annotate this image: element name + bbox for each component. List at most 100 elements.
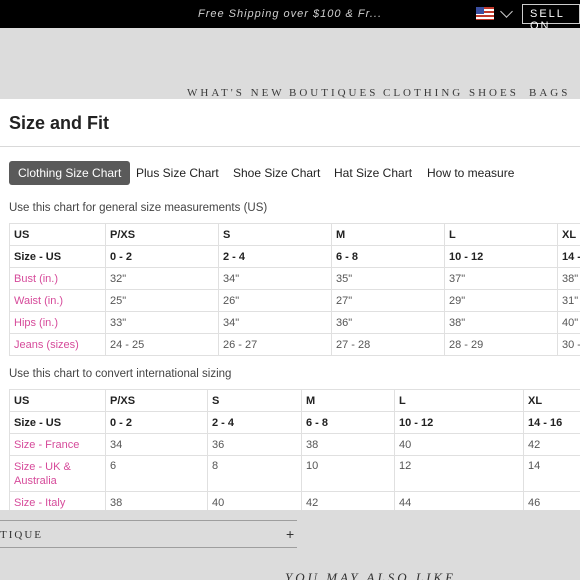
- tab-clothing-size-chart[interactable]: Clothing Size Chart: [9, 161, 131, 185]
- table-row: Jeans (sizes) 24 - 25 26 - 27 27 - 28 28…: [9, 333, 580, 356]
- table-cell: 14: [523, 455, 580, 492]
- table-cell: 31": [557, 289, 580, 312]
- row-label: Size - Italy: [9, 491, 106, 510]
- international-chart-caption: Use this chart to convert international …: [9, 368, 232, 380]
- row-label: Size - UK & Australia: [9, 455, 106, 492]
- table-row: Hips (in.) 33" 34" 36" 38" 40": [9, 311, 580, 334]
- table-row: Waist (in.) 25" 26" 27" 29" 31": [9, 289, 580, 312]
- column-header: P/XS: [105, 223, 219, 246]
- table-cell: 40": [557, 311, 580, 334]
- row-label: Bust (in.): [9, 267, 106, 290]
- modal-title: Size and Fit: [9, 113, 110, 133]
- table-cell: 28 - 29: [444, 333, 558, 356]
- table-cell: 33": [105, 311, 219, 334]
- column-header: P/XS: [105, 389, 208, 412]
- table-cell: 26 - 27: [218, 333, 332, 356]
- table-row: Size - US 0 - 2 2 - 4 6 - 8 10 - 12 14 -…: [9, 411, 580, 434]
- you-may-also-like-heading: YOU MAY ALSO LIKE: [285, 570, 457, 580]
- tab-hat-size-chart[interactable]: Hat Size Chart: [325, 161, 421, 185]
- table-cell: 6 - 8: [301, 411, 395, 434]
- table-cell: 27 - 28: [331, 333, 445, 356]
- table-cell: 37": [444, 267, 558, 290]
- table-cell: 24 - 25: [105, 333, 219, 356]
- table-header-row: US P/XS S M L XL: [9, 223, 580, 246]
- column-header: XL: [523, 389, 580, 412]
- table-cell: 42: [523, 433, 580, 456]
- us-flag-icon[interactable]: [476, 7, 494, 20]
- nav-whats-new[interactable]: WHAT'S NEW: [187, 87, 285, 99]
- nav-clothing[interactable]: CLOTHING: [383, 87, 463, 99]
- table-cell: 10 - 12: [394, 411, 524, 434]
- table-cell: 10: [301, 455, 395, 492]
- column-header: XL: [557, 223, 580, 246]
- table-cell: 2 - 4: [207, 411, 302, 434]
- table-row: Size - UK & Australia 6 8 10 12 14: [9, 455, 580, 492]
- table-cell: 30 -: [557, 333, 580, 356]
- table-cell: 0 - 2: [105, 245, 219, 268]
- general-size-table: US P/XS S M L XL Size - US 0 - 2 2 - 4 6…: [9, 223, 580, 356]
- tab-how-to-measure[interactable]: How to measure: [418, 161, 523, 185]
- table-cell: 8: [207, 455, 302, 492]
- table-cell: 38": [557, 267, 580, 290]
- table-row: Size - France 34 36 38 40 42: [9, 433, 580, 456]
- table-cell: 26": [218, 289, 332, 312]
- table-row: Bust (in.) 32" 34" 35" 37" 38": [9, 267, 580, 290]
- tab-plus-size-chart[interactable]: Plus Size Chart: [127, 161, 228, 185]
- column-header: S: [218, 223, 332, 246]
- row-label: Size - France: [9, 433, 106, 456]
- table-cell: 32": [105, 267, 219, 290]
- sell-on-button[interactable]: SELL ON: [522, 4, 580, 32]
- table-cell: 12: [394, 455, 524, 492]
- nav-shoes[interactable]: SHOES: [469, 87, 519, 99]
- table-cell: 36": [331, 311, 445, 334]
- table-cell: 14 -: [557, 245, 580, 268]
- international-size-table: US P/XS S M L XL Size - US 0 - 2 2 - 4 6…: [9, 389, 580, 510]
- table-cell: 29": [444, 289, 558, 312]
- general-chart-caption: Use this chart for general size measurem…: [9, 202, 268, 214]
- table-header-row: US P/XS S M L XL: [9, 389, 580, 412]
- table-cell: 35": [331, 267, 445, 290]
- column-header: US: [9, 223, 106, 246]
- modal-divider: [0, 146, 580, 147]
- promo-bar: Free Shipping over $100 & Fr... SELL ON: [0, 0, 580, 32]
- table-cell: 42: [301, 491, 395, 510]
- table-cell: 44: [394, 491, 524, 510]
- table-cell: 38: [301, 433, 395, 456]
- column-header: M: [331, 223, 445, 246]
- table-cell: 34": [218, 311, 332, 334]
- table-cell: 38": [444, 311, 558, 334]
- column-header: L: [444, 223, 558, 246]
- table-cell: 40: [394, 433, 524, 456]
- table-row: Size - Italy 38 40 42 44 46: [9, 491, 580, 510]
- table-cell: 2 - 4: [218, 245, 332, 268]
- accordion-label: TIQUE: [0, 529, 43, 541]
- boutique-accordion[interactable]: TIQUE +: [0, 520, 297, 548]
- column-header: US: [9, 389, 106, 412]
- table-cell: 25": [105, 289, 219, 312]
- nav-bags[interactable]: BAGS: [529, 87, 570, 99]
- table-cell: 36: [207, 433, 302, 456]
- plus-icon[interactable]: +: [286, 526, 294, 542]
- row-label: Size - US: [9, 411, 106, 434]
- row-label: Size - US: [9, 245, 106, 268]
- tab-shoe-size-chart[interactable]: Shoe Size Chart: [224, 161, 329, 185]
- table-cell: 14 - 16: [523, 411, 580, 434]
- table-cell: 0 - 2: [105, 411, 208, 434]
- row-label: Hips (in.): [9, 311, 106, 334]
- table-cell: 27": [331, 289, 445, 312]
- row-label: Waist (in.): [9, 289, 106, 312]
- row-label: Jeans (sizes): [9, 333, 106, 356]
- table-cell: 6 - 8: [331, 245, 445, 268]
- table-cell: 40: [207, 491, 302, 510]
- column-header: S: [207, 389, 302, 412]
- table-cell: 34": [218, 267, 332, 290]
- column-header: M: [301, 389, 395, 412]
- nav-boutiques[interactable]: BOUTIQUES: [289, 87, 378, 99]
- column-header: L: [394, 389, 524, 412]
- table-cell: 38: [105, 491, 208, 510]
- table-cell: 46: [523, 491, 580, 510]
- table-cell: 34: [105, 433, 208, 456]
- table-cell: 6: [105, 455, 208, 492]
- table-cell: 10 - 12: [444, 245, 558, 268]
- size-and-fit-modal: Size and Fit Clothing Size Chart Plus Si…: [0, 99, 580, 510]
